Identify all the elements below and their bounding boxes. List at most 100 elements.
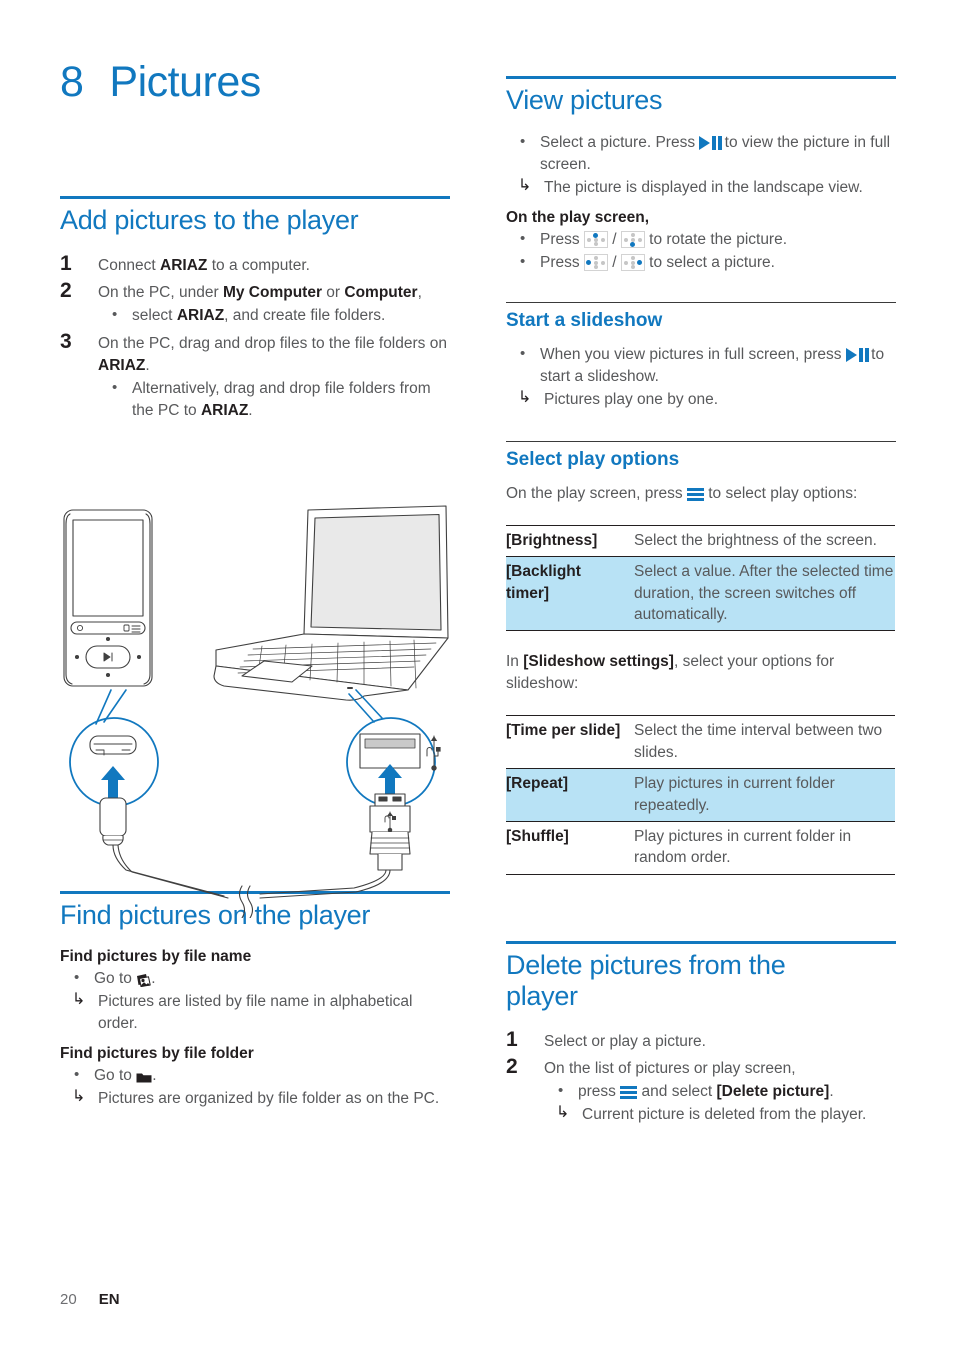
- step-item: 2 On the PC, under My Computer or Comput…: [60, 279, 450, 328]
- option-key: [Shuffle]: [506, 820, 634, 875]
- option-value: Play pictures in current folder repeated…: [634, 768, 895, 822]
- nav-left-icon: [583, 254, 608, 272]
- find-by-folder-lead: Find pictures by file folder: [60, 1044, 254, 1062]
- nav-up-icon: [583, 231, 608, 249]
- section-find-pictures: Find pictures on the player Find picture…: [60, 891, 450, 1109]
- section-heading-add-pictures: Add pictures to the player: [60, 205, 359, 235]
- step-text: On the list of pictures or play screen, …: [544, 1055, 896, 1126]
- view-pictures-bullets: Select a picture. Press to view the pict…: [506, 131, 896, 176]
- usb-a-port-callout: [259, 689, 441, 899]
- page-footer: 20 EN: [60, 1291, 120, 1308]
- photo-icon: [136, 972, 152, 987]
- cable-break-marks: [238, 885, 254, 919]
- option-value: Select the time interval between two sli…: [634, 715, 895, 769]
- option-key: [Brightness]: [506, 524, 634, 557]
- step-number: 1: [506, 1028, 518, 1052]
- play-options-intro: On the play screen, press to select play…: [506, 484, 858, 502]
- result-text: Pictures play one by one.: [506, 387, 896, 411]
- section-view-pictures: View pictures Select a picture. Press to…: [506, 76, 896, 274]
- play-pause-icon: [845, 348, 869, 363]
- step-text: On the PC, drag and drop files to the fi…: [98, 330, 450, 423]
- bullet-start-slideshow: When you view pictures in full screen, p…: [506, 343, 896, 388]
- step-sub-bullets: select ARIAZ, and create file folders.: [98, 304, 450, 327]
- option-key: [Backlight timer]: [506, 556, 634, 632]
- bullet-select-picture: Select a picture. Press to view the pict…: [506, 131, 896, 176]
- play-pause-icon: [699, 136, 723, 151]
- play-screen-bullets: Press / to rotate the picture. Press / t…: [506, 228, 896, 274]
- section-heading-delete-pictures: Delete pictures from the player: [506, 949, 786, 1011]
- page-number: 20: [60, 1291, 77, 1308]
- bullet-press-menu-delete: press and select [Delete picture].: [544, 1080, 896, 1103]
- add-pictures-steps: 1 Connect ARIAZ to a computer. 2 On the …: [60, 252, 450, 423]
- step-text: Select or play a picture.: [544, 1033, 706, 1051]
- delete-sub-bullets: press and select [Delete picture].: [544, 1080, 896, 1103]
- right-column: View pictures Select a picture. Press to…: [506, 0, 896, 1128]
- option-value: Select a value. After the selected time …: [634, 556, 895, 632]
- play-screen-lead: On the play screen,: [506, 209, 649, 227]
- option-value: Play pictures in current folder in rando…: [634, 820, 895, 875]
- step-number: 1: [60, 252, 72, 276]
- bullet-goto-photos: Go to .: [60, 967, 450, 990]
- slideshow-settings-intro: In [Slideshow settings], select your opt…: [506, 653, 835, 693]
- find-by-filename-lead: Find pictures by file name: [60, 947, 252, 965]
- section-delete-pictures: Delete pictures from the player 1 Select…: [506, 940, 896, 1127]
- step-text: Connect ARIAZ to a computer.: [98, 257, 310, 275]
- step-number: 3: [60, 330, 72, 354]
- section-heading-view-pictures: View pictures: [506, 85, 663, 115]
- table-row: [Shuffle] Play pictures in current folde…: [506, 820, 895, 875]
- result-text: The picture is displayed in the landscap…: [506, 175, 896, 199]
- slideshow-result: Pictures play one by one.: [506, 387, 896, 411]
- bullet-select-picture-nav: Press / to select a picture.: [506, 251, 896, 274]
- subsection-heading-select-play-options: Select play options: [506, 449, 680, 471]
- usb-micro-connector-callout: [69, 689, 229, 899]
- menu-icon: [686, 487, 704, 502]
- slideshow-settings-label: [Slideshow settings]: [523, 653, 674, 671]
- delete-picture-label: [Delete picture]: [716, 1083, 830, 1101]
- step-item: 1 Connect ARIAZ to a computer.: [60, 252, 450, 277]
- nav-down-icon: [620, 231, 645, 249]
- section-rule: [506, 76, 896, 79]
- find-by-folder-result: Pictures are organized by file folder as…: [60, 1086, 450, 1110]
- find-by-filename-result: Pictures are listed by file name in alph…: [60, 989, 450, 1035]
- bullet-rotate-picture: Press / to rotate the picture.: [506, 228, 896, 251]
- step-text: On the PC, under My Computer or Computer…: [98, 279, 450, 328]
- slideshow-settings-table: [Time per slide] Select the time interva…: [506, 715, 895, 875]
- sub-bullet: select ARIAZ, and create file folders.: [98, 304, 450, 327]
- step-item: 2 On the list of pictures or play screen…: [506, 1055, 896, 1126]
- step-number: 2: [506, 1055, 518, 1079]
- subsection-rule: [506, 302, 896, 304]
- result-text: Pictures are listed by file name in alph…: [60, 989, 450, 1035]
- table-row: [Repeat] Play pictures in current folder…: [506, 768, 895, 822]
- subsection-heading-start-slideshow: Start a slideshow: [506, 310, 663, 332]
- section-rule: [60, 196, 450, 199]
- view-pictures-result: The picture is displayed in the landscap…: [506, 175, 896, 199]
- folder-icon: [136, 1068, 152, 1083]
- mp3-player: [63, 509, 153, 687]
- connect-player-to-pc-diagram: [56, 498, 456, 919]
- language-code: EN: [98, 1291, 120, 1308]
- section-rule: [506, 940, 896, 944]
- result-text: Current picture is deleted from the play…: [544, 1102, 896, 1126]
- option-key: [Time per slide]: [506, 715, 634, 769]
- step-number: 2: [60, 279, 72, 303]
- section-select-play-options: Select play options On the play screen, …: [506, 441, 896, 875]
- step-item: 1 Select or play a picture.: [506, 1028, 896, 1053]
- slideshow-bullets: When you view pictures in full screen, p…: [506, 343, 896, 388]
- play-options-table: [Brightness] Select the brightness of th…: [506, 524, 895, 632]
- find-by-folder-bullets: Go to .: [60, 1064, 450, 1087]
- laptop: [213, 505, 449, 701]
- nav-right-icon: [620, 254, 645, 272]
- table-row: [Backlight timer] Select a value. After …: [506, 556, 895, 632]
- step-item: 3 On the PC, drag and drop files to the …: [60, 330, 450, 423]
- step-sub-bullets: Alternatively, drag and drop file folder…: [98, 377, 450, 422]
- option-key: [Repeat]: [506, 768, 634, 822]
- sub-bullet: Alternatively, drag and drop file folder…: [98, 377, 450, 422]
- result-text: Pictures are organized by file folder as…: [60, 1086, 450, 1110]
- manual-page: 8 Pictures Add pictures to the player 1 …: [0, 0, 954, 1350]
- subsection-rule: [506, 441, 896, 443]
- delete-result: Current picture is deleted from the play…: [544, 1102, 896, 1126]
- option-value: Select the brightness of the screen.: [634, 524, 895, 557]
- table-row: [Time per slide] Select the time interva…: [506, 715, 895, 769]
- section-start-slideshow: Start a slideshow When you view pictures…: [506, 302, 896, 411]
- menu-icon: [620, 1086, 638, 1100]
